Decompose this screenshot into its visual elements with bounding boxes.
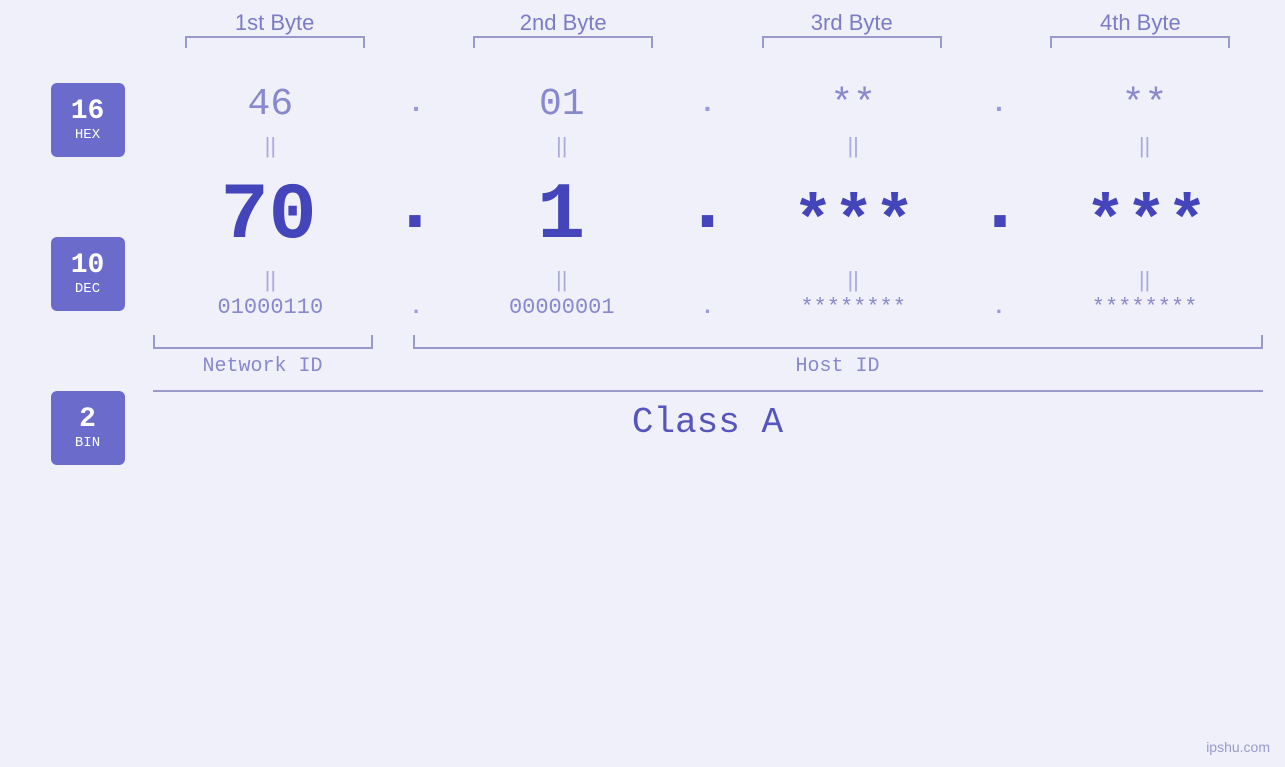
- hex-dot3: .: [979, 89, 1019, 120]
- byte4-bracket: [1050, 36, 1230, 48]
- dec-b3-cell: ***: [744, 185, 964, 262]
- bin-dot1: .: [396, 295, 436, 320]
- eq1-b4: ||: [1035, 133, 1255, 159]
- byte1-bracket: [185, 36, 365, 48]
- byte-headers: 1st Byte 2nd Byte 3rd Byte 4th Byte: [158, 10, 1258, 53]
- hex-dot2: .: [687, 89, 727, 120]
- hex-dot1: .: [396, 89, 436, 120]
- hex-badge-label: HEX: [75, 127, 100, 143]
- eq2-b4: ||: [1035, 267, 1255, 293]
- hex-b4-cell: **: [1035, 83, 1255, 126]
- byte3-header: 3rd Byte: [742, 10, 962, 53]
- eq1-b3: ||: [743, 133, 963, 159]
- dec-b2-value: 1: [537, 171, 585, 262]
- dec-b4-cell: ***: [1036, 185, 1256, 262]
- bin-b2-cell: 00000001: [452, 295, 672, 320]
- bottom-brackets-row: [153, 335, 1263, 349]
- dec-badge-label: DEC: [75, 281, 100, 297]
- watermark: ipshu.com: [1206, 739, 1270, 755]
- bin-badge-label: BIN: [75, 435, 100, 451]
- hex-b1-cell: 46: [160, 83, 380, 126]
- eq1-b2: ||: [452, 133, 672, 159]
- data-section: 46 . 01 . ** . ** || ||: [153, 73, 1263, 525]
- bin-dot3: .: [979, 295, 1019, 320]
- dec-b1-value: 70: [221, 171, 317, 262]
- bin-b1-cell: 01000110: [160, 295, 380, 320]
- host-bracket: [413, 335, 1263, 349]
- class-label: Class A: [632, 402, 783, 443]
- byte4-header: 4th Byte: [1030, 10, 1250, 53]
- hex-badge: 16 HEX: [51, 83, 125, 157]
- hex-b2-value: 01: [539, 83, 585, 126]
- bin-b1-value: 01000110: [218, 295, 324, 320]
- byte1-header: 1st Byte: [165, 10, 385, 53]
- bin-badge-number: 2: [79, 405, 96, 436]
- hex-row: 46 . 01 . ** . **: [153, 83, 1263, 126]
- equals-row-1: || || || ||: [153, 133, 1263, 159]
- bin-row: 01000110 . 00000001 . ******** . *******…: [153, 295, 1263, 320]
- dec-dot3: .: [976, 161, 1024, 262]
- network-id-label: Network ID: [153, 355, 373, 378]
- main-data-area: 16 HEX 10 DEC 2 BIN 46 . 01: [23, 73, 1263, 525]
- hex-b2-cell: 01: [452, 83, 672, 126]
- dec-row: 70 . 1 . *** . ***: [153, 161, 1263, 262]
- eq2-b3: ||: [743, 267, 963, 293]
- bin-badge: 2 BIN: [51, 391, 125, 465]
- bracket-labels: Network ID Host ID: [153, 355, 1263, 378]
- bin-b3-cell: ********: [743, 295, 963, 320]
- byte3-bracket: [762, 36, 942, 48]
- dec-b2-cell: 1: [451, 171, 671, 262]
- network-bracket: [153, 335, 373, 349]
- dec-b4-value: ***: [1085, 185, 1207, 262]
- main-container: 1st Byte 2nd Byte 3rd Byte 4th Byte 16 H…: [0, 0, 1285, 767]
- hex-b4-value: **: [1122, 83, 1168, 126]
- badges-column: 16 HEX 10 DEC 2 BIN: [23, 73, 153, 525]
- hex-b3-value: **: [830, 83, 876, 126]
- dec-b3-value: ***: [793, 185, 915, 262]
- eq2-b1: ||: [160, 267, 380, 293]
- host-id-label: Host ID: [413, 355, 1263, 378]
- dec-dot1: .: [391, 161, 439, 262]
- hex-badge-number: 16: [71, 97, 105, 128]
- equals-row-2: || || || ||: [153, 267, 1263, 293]
- dec-dot2: .: [683, 161, 731, 262]
- dec-badge-number: 10: [71, 251, 105, 282]
- bin-b4-cell: ********: [1035, 295, 1255, 320]
- hex-b1-value: 46: [248, 83, 294, 126]
- bin-b3-value: ********: [800, 295, 906, 320]
- eq1-b1: ||: [160, 133, 380, 159]
- byte2-header: 2nd Byte: [453, 10, 673, 53]
- bin-dot2: .: [687, 295, 727, 320]
- dec-b1-cell: 70: [159, 171, 379, 262]
- eq2-b2: ||: [452, 267, 672, 293]
- bin-b2-value: 00000001: [509, 295, 615, 320]
- hex-b3-cell: **: [743, 83, 963, 126]
- dec-badge: 10 DEC: [51, 237, 125, 311]
- class-section: Class A: [153, 390, 1263, 443]
- byte2-bracket: [473, 36, 653, 48]
- bin-b4-value: ********: [1092, 295, 1198, 320]
